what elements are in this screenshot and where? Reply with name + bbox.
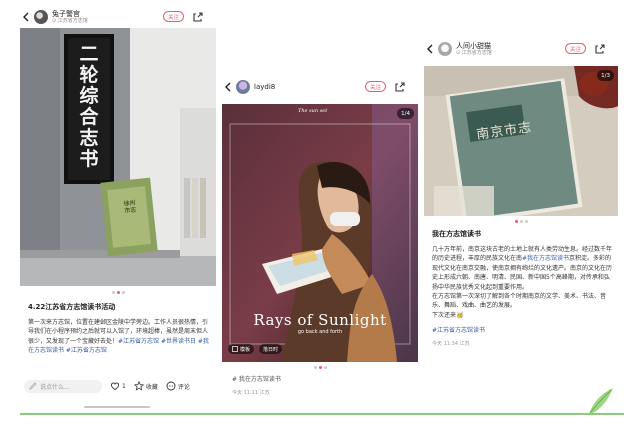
star-icon [133,381,144,391]
template-chip[interactable]: 模板 [228,344,255,354]
overlay-sub-text: go back and forth [297,329,343,335]
post-photo[interactable]: 书香润心，志映初心 2021年，江苏省方志馆 正式向社会开放 二轮综合志书 徐州… [20,28,216,286]
avatar[interactable] [438,42,452,56]
back-icon[interactable] [424,41,436,57]
book-title: 徐州市志 [123,199,137,215]
avatar[interactable] [236,80,250,94]
bottom-action-bar: 说点什么... 1 收藏 评论 [20,378,216,394]
post-title: 我在方志馆读书 [432,230,481,238]
svg-text:书香润心，志映初心: 书香润心，志映初心 [133,39,139,85]
post-card-2: laydi8 关注 1/4 The sun set Rays of Sunlig… [222,76,418,408]
like-count: 1 [122,382,126,390]
post-header: 兔子警官 ⊙ 江苏省方志馆 关注 [20,6,216,28]
post-photo[interactable]: 1/3 南京市志 [424,66,618,216]
author-name: 兔子警官 [52,9,80,18]
location-pin-icon: ⊙ [456,49,461,56]
carousel-indicator [20,291,216,294]
back-icon[interactable] [20,9,32,25]
share-icon[interactable] [394,81,406,93]
author-info[interactable]: laydi8 [254,82,276,91]
overlay-small-text: The sun set [298,108,328,114]
carousel-indicator [222,366,418,369]
post-card-3: 人间小甜猫 ⊙ 江苏省方志馆 关注 1/3 南京市志 我在方志馆读书 几十万年前… [424,38,618,410]
post-footer: 今天 11:11 江苏 [232,390,270,397]
heart-icon [110,382,120,391]
author-info[interactable]: 人间小甜猫 ⊙ 江苏省方志馆 [456,41,492,56]
sign-text: 二轮综合志书 [79,43,99,170]
post-body: 几十万年前，南京这块古老的土地上就有人类劳动生息。经过数千年的历史进程，丰厚的民… [432,246,613,319]
back-icon[interactable] [222,79,234,95]
post-card-1: 兔子警官 ⊙ 江苏省方志馆 关注 书香润心，志映初心 2021年，江苏省方志馆 … [20,6,216,410]
carousel-indicator [424,220,618,223]
filter-chip[interactable]: 落日时 [259,344,283,354]
leaf-icon [589,388,613,414]
collect-button[interactable]: 收藏 [133,381,158,391]
post-header: laydi8 关注 [222,76,418,98]
author-name: laydi8 [254,82,276,91]
follow-button[interactable]: 关注 [565,43,587,54]
svg-text:2021年，江苏省方志馆: 2021年，江苏省方志馆 [141,40,147,94]
collage: 兔子警官 ⊙ 江苏省方志馆 关注 书香润心，志映初心 2021年，江苏省方志馆 … [0,0,634,424]
template-icon [232,346,238,352]
overlay-big-text: Rays of Sunlight [253,311,387,329]
post-tags[interactable]: #江苏省方志馆读书 [432,327,485,334]
post-photo[interactable]: 1/4 The sun set Rays of Sunlight go back… [222,104,418,362]
author-info[interactable]: 兔子警官 ⊙ 江苏省方志馆 [52,9,88,24]
inline-tag[interactable]: #我在方志馆读书 [522,255,569,262]
post-body: 第一次来方志馆，位置在建邺区金陵中学旁边。工作人员很热情，引导我们在小程序预约之… [28,319,209,355]
comment-button[interactable]: 评论 [166,381,190,391]
svg-text:正式向社会开放: 正式向社会开放 [149,40,155,76]
image-counter: 1/3 [597,70,614,81]
pen-icon [29,382,37,390]
follow-button[interactable]: 关注 [365,81,387,92]
post-tags[interactable]: # 我在方志馆读书 [232,375,418,384]
post-footer: 今天 11:34 江苏 [432,340,470,347]
location-pin-icon: ⊙ [52,17,57,24]
share-icon[interactable] [594,43,606,55]
share-icon[interactable] [192,11,204,23]
comment-input[interactable]: 说点什么... [24,379,102,393]
author-location: 江苏省方志馆 [461,49,492,56]
post-header: 人间小甜猫 ⊙ 江苏省方志馆 关注 [424,38,618,60]
author-name: 人间小甜猫 [456,41,491,50]
like-button[interactable]: 1 [110,381,126,391]
avatar[interactable] [34,10,48,24]
home-indicator [84,406,150,408]
post-title: 4.22江苏省方志馆读书活动 [28,303,116,311]
follow-button[interactable]: 关注 [163,11,185,22]
author-location: 江苏省方志馆 [57,17,88,24]
comment-bubble-icon [166,381,176,391]
divider-line [20,413,624,415]
image-counter: 1/4 [397,108,414,119]
